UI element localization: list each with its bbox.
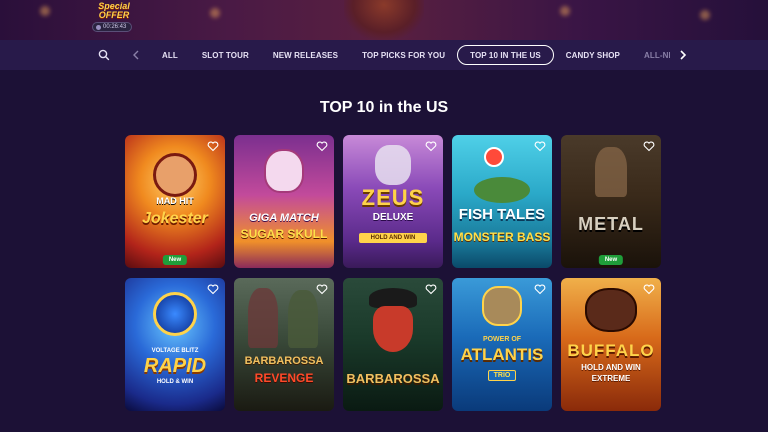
skull-art <box>264 149 304 193</box>
game-title-line1: FISH TALES <box>458 206 546 223</box>
game-title-line2: ATLANTIS <box>460 345 544 364</box>
heart-icon[interactable] <box>425 283 437 295</box>
tab-all-new-providers[interactable]: ALL-NEW PROV <box>632 45 670 65</box>
heart-icon[interactable] <box>534 140 546 152</box>
scroll-right-button[interactable] <box>673 45 693 65</box>
heart-icon[interactable] <box>316 283 328 295</box>
chevron-right-icon <box>680 50 687 60</box>
lantern-glow <box>40 6 50 16</box>
pirate-hat <box>369 288 417 308</box>
heart-icon[interactable] <box>207 140 219 152</box>
hero-banner: Special OFFER 00:26:43 <box>0 0 768 40</box>
game-card-barbarossa[interactable]: BARBAROSSA <box>343 278 443 411</box>
lantern-glow <box>560 6 570 16</box>
tab-top-10-us[interactable]: TOP 10 IN THE US <box>457 45 554 65</box>
game-title-line2: RAPID <box>143 355 207 377</box>
lantern-glow <box>210 8 220 18</box>
new-badge: New <box>162 255 188 265</box>
game-card-power-of-atlantis-trio[interactable]: POWER OF ATLANTIS TRIO <box>452 278 552 411</box>
offer-timer: 00:26:43 <box>92 22 132 32</box>
game-card-zeus-deluxe[interactable]: ZEUS DELUXE HOLD AND WIN <box>343 135 443 268</box>
game-title-line3: HOLD AND WIN <box>359 233 427 243</box>
hero-character <box>344 0 424 40</box>
buffalo-art <box>585 288 637 332</box>
game-title-line3: HOLD & WIN <box>156 379 194 385</box>
game-card-mad-hit-jokester[interactable]: MAD HIT Jokester New <box>125 135 225 268</box>
offer-timer-value: 00:26:43 <box>103 24 127 30</box>
special-offer-badge[interactable]: Special OFFER 00:26:43 <box>92 2 136 32</box>
character-art <box>248 288 278 348</box>
game-title-line2: MONSTER BASS <box>453 230 551 244</box>
game-title-line2: Jokester <box>142 210 208 227</box>
game-title-line1: VOLTAGE BLITZ <box>151 348 199 354</box>
game-title-line2: HOLD AND WIN <box>581 363 641 372</box>
game-title-line3: TRIO <box>488 370 516 381</box>
game-card-voltage-blitz-rapid[interactable]: VOLTAGE BLITZ RAPID HOLD & WIN <box>125 278 225 411</box>
orb-art <box>153 292 197 336</box>
tab-slot-tour[interactable]: SLOT TOUR <box>190 45 261 65</box>
heart-icon[interactable] <box>207 283 219 295</box>
heart-icon[interactable] <box>643 283 655 295</box>
game-title-line2: SUGAR SKULL <box>240 227 328 241</box>
game-title-line2: DELUXE <box>372 212 414 223</box>
character-art <box>595 147 627 197</box>
game-title-line1: BUFFALO <box>567 341 655 360</box>
search-icon <box>98 49 110 61</box>
lantern-glow <box>700 10 710 20</box>
game-grid: MAD HIT Jokester New GIGA MATCH SUGAR SK… <box>125 135 662 411</box>
game-title-line1: METAL <box>578 214 644 234</box>
heart-icon[interactable] <box>643 140 655 152</box>
game-title-line1: POWER OF <box>482 336 522 343</box>
game-title-line3: EXTREME <box>591 374 631 383</box>
game-card-barbarossa-revenge[interactable]: BARBAROSSA REVENGE <box>234 278 334 411</box>
chevron-left-icon <box>133 50 139 60</box>
bass-art <box>474 177 530 203</box>
offer-label-line2: OFFER <box>98 10 130 20</box>
section-title: TOP 10 in the US <box>319 99 449 116</box>
game-card-buffalo-hold-and-win-extreme[interactable]: BUFFALO HOLD AND WIN EXTREME <box>561 278 661 411</box>
tab-candy-shop[interactable]: CANDY SHOP <box>554 45 632 65</box>
heart-icon[interactable] <box>316 140 328 152</box>
category-tabs: ALL SLOT TOUR NEW RELEASES TOP PICKS FOR… <box>150 40 670 70</box>
game-title-line1: BARBAROSSA <box>244 355 324 367</box>
poseidon-figure <box>482 286 522 326</box>
pirate-beard <box>373 306 413 352</box>
zeus-figure <box>375 145 411 185</box>
tab-all[interactable]: ALL <box>150 45 190 65</box>
character-art <box>288 290 318 348</box>
clock-icon <box>96 24 101 30</box>
game-card-metal[interactable]: METAL New <box>561 135 661 268</box>
game-title-line1: GIGA MATCH <box>249 212 319 224</box>
category-nav: ALL SLOT TOUR NEW RELEASES TOP PICKS FOR… <box>0 40 768 70</box>
tab-top-picks[interactable]: TOP PICKS FOR YOU <box>350 45 457 65</box>
heart-icon[interactable] <box>425 140 437 152</box>
jester-face <box>153 153 197 197</box>
search-button[interactable] <box>94 45 114 65</box>
tab-new-releases[interactable]: NEW RELEASES <box>261 45 350 65</box>
game-title-line1: ZEUS <box>361 185 425 210</box>
fishing-bobber <box>484 147 504 167</box>
new-badge: New <box>598 255 624 265</box>
scroll-left-button[interactable] <box>126 45 146 65</box>
game-card-giga-match-sugar-skull[interactable]: GIGA MATCH SUGAR SKULL <box>234 135 334 268</box>
game-card-fish-tales-monster-bass[interactable]: FISH TALES MONSTER BASS <box>452 135 552 268</box>
heart-icon[interactable] <box>534 283 546 295</box>
game-title-line1: MAD HIT <box>156 196 194 206</box>
game-title-line1: BARBAROSSA <box>346 371 440 386</box>
game-title-line2: REVENGE <box>254 371 314 385</box>
